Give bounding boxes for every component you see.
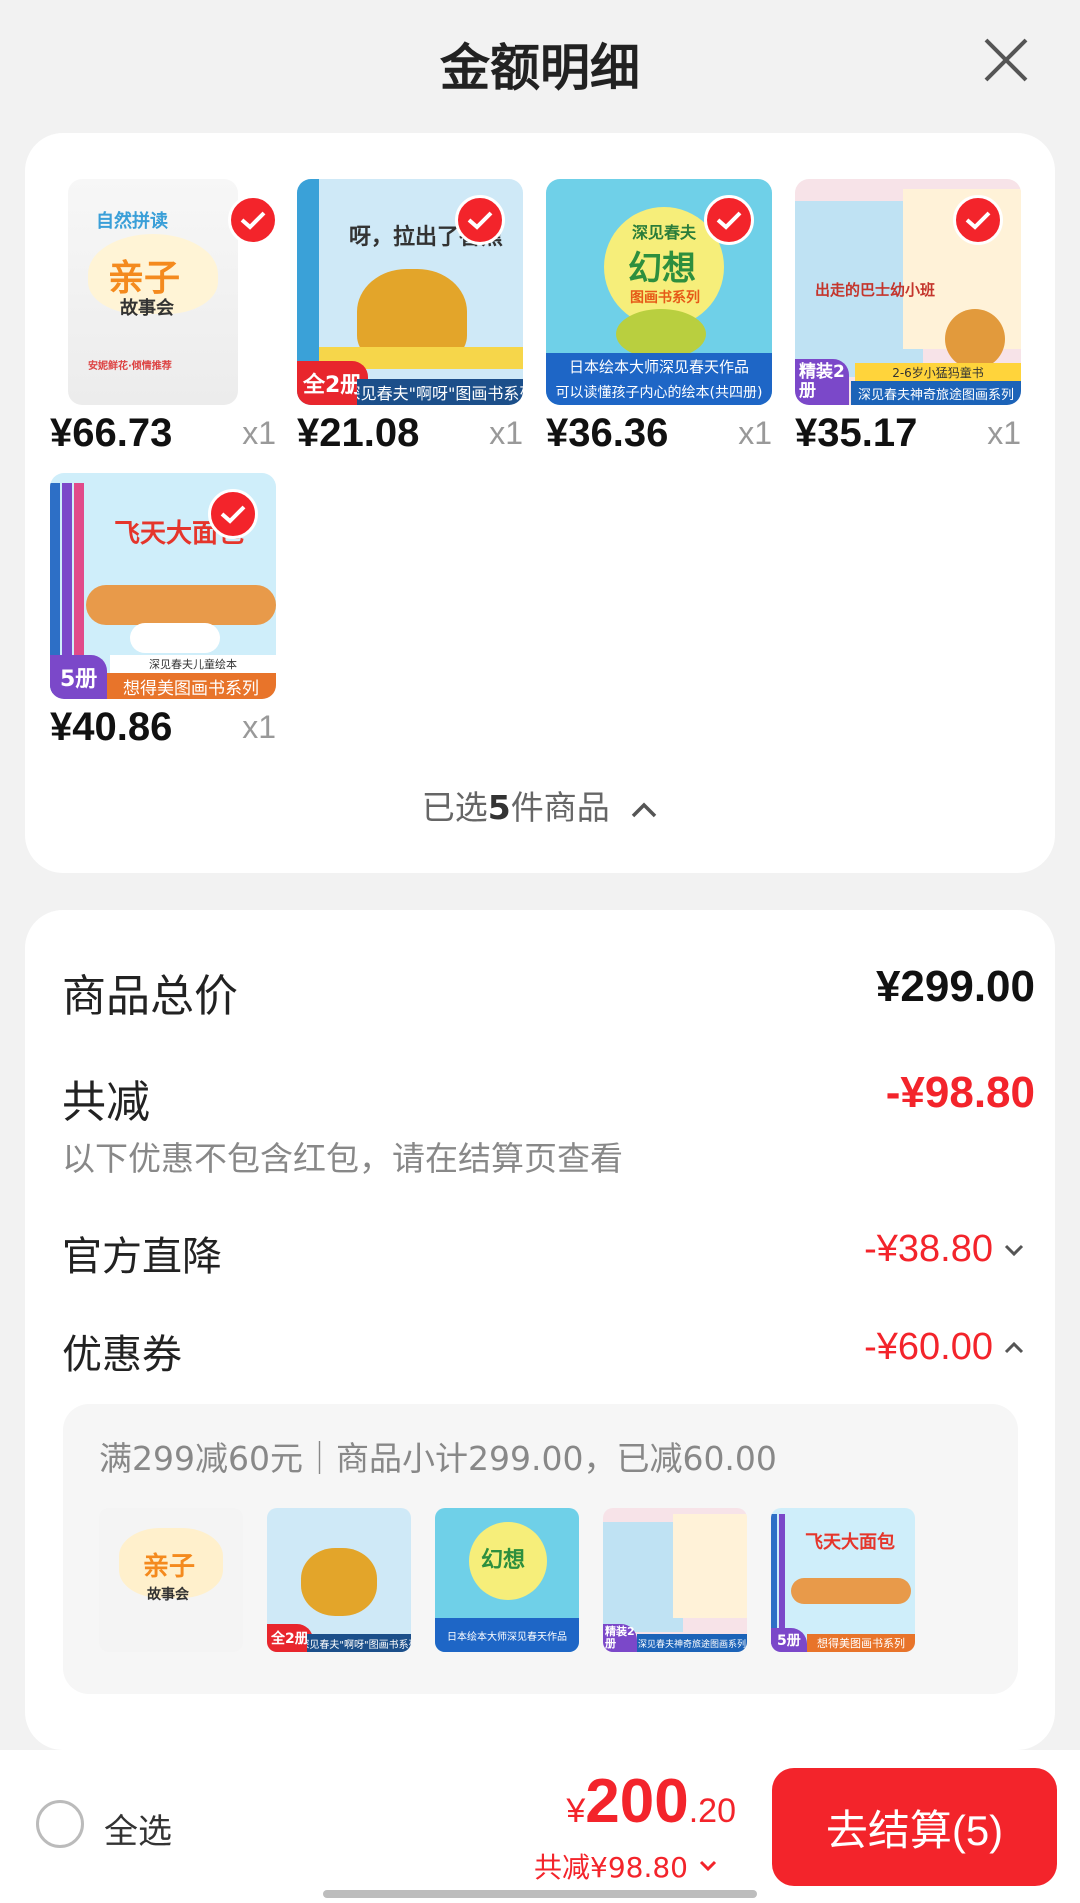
product-item[interactable]: 飞天大面包 深见春夫儿童绘本 想得美图画书系列 5册 ¥40.86 x1	[50, 473, 276, 753]
coupon-value: -¥60.00	[864, 1326, 993, 1368]
reduce-value: -¥98.80	[885, 1068, 1035, 1117]
discount-note: 以下优惠不包含红包，请在结算页查看	[62, 1139, 623, 1178]
official-discount-label: 官方直降	[62, 1234, 222, 1280]
product-item[interactable]: 出走的巴士幼小班 2-6岁小猛犸童书 深见春夫神奇旅途图画系列 精装2册 ¥35…	[795, 179, 1021, 459]
total-value: ¥299.00	[875, 962, 1035, 1011]
product-price: ¥36.36	[546, 411, 669, 455]
check-icon[interactable]	[208, 489, 258, 539]
coupon-product-thumb: 全2册 深见春夫"啊呀"图画书系列	[267, 1508, 411, 1652]
selected-count-toggle[interactable]: 已选5件商品	[25, 781, 1055, 829]
chevron-up-icon	[1004, 1341, 1024, 1353]
product-price: ¥40.86	[50, 705, 173, 749]
close-icon[interactable]	[978, 32, 1034, 88]
official-discount-value: -¥38.80	[864, 1228, 993, 1270]
product-price: ¥21.08	[297, 411, 420, 455]
product-card: 自然拼读 亲子 故事会 安妮鲜花·倾情推荐 ¥66.73 x1 呀，拉出了香蕉 …	[25, 133, 1055, 873]
checkout-bar: 全选 ¥200.20 共减¥98.80 去结算(5)	[0, 1750, 1080, 1903]
page-title: 金额明细	[440, 39, 640, 97]
check-icon[interactable]	[704, 195, 754, 245]
product-cover: 自然拼读 亲子 故事会 安妮鲜花·倾情推荐	[68, 179, 238, 405]
modal-header: 金额明细	[0, 0, 1080, 120]
coupon-toggle[interactable]: -¥60.00	[864, 1326, 1025, 1369]
check-icon[interactable]	[455, 195, 505, 245]
product-badge: 精装2册	[795, 359, 849, 405]
saved-amount-toggle[interactable]: 共减¥98.80	[534, 1846, 718, 1886]
total-label: 商品总价	[62, 971, 238, 1022]
check-icon[interactable]	[228, 195, 278, 245]
chevron-down-icon	[699, 1860, 717, 1872]
product-item[interactable]: 深见春夫 幻想 图画书系列 日本绘本大师深见春天作品 可以读懂孩子内心的绘本(共…	[546, 179, 772, 459]
product-qty: x1	[987, 415, 1021, 451]
product-qty: x1	[242, 709, 276, 745]
product-badge: 5册	[50, 655, 108, 699]
product-price: ¥35.17	[795, 411, 918, 455]
checkout-button[interactable]: 去结算(5)	[772, 1768, 1057, 1886]
coupon-product-thumb: 亲子 故事会	[99, 1508, 243, 1652]
product-item[interactable]: 呀，拉出了香蕉 全2册 深见春夫"啊呀"图画书系列 ¥21.08 x1	[297, 179, 523, 459]
check-icon[interactable]	[953, 195, 1003, 245]
coupon-product-thumb: 深见春夫神奇旅途图画系列 精装2册	[603, 1508, 747, 1652]
coupon-product-thumb: 飞天大面包 想得美图画书系列 5册	[771, 1508, 915, 1652]
product-price: ¥66.73	[50, 411, 173, 455]
selected-count: 5	[487, 788, 511, 827]
product-qty: x1	[489, 415, 523, 451]
price-summary-card: 商品总价 ¥299.00 共减 -¥98.80 以下优惠不包含红包，请在结算页查…	[25, 910, 1055, 1750]
coupon-detail-box: 满299减60元｜商品小计299.00，已减60.00 亲子 故事会 全2册 深…	[63, 1404, 1018, 1694]
chevron-down-icon	[1004, 1244, 1024, 1256]
product-qty: x1	[242, 415, 276, 451]
coupon-description: 满299减60元｜商品小计299.00，已减60.00	[99, 1439, 777, 1478]
select-all-label[interactable]: 全选	[104, 1804, 172, 1853]
total-price: ¥200.20	[566, 1767, 736, 1836]
coupon-label: 优惠券	[62, 1332, 182, 1378]
reduce-label: 共减	[62, 1077, 150, 1128]
coupon-product-thumb: 幻想 日本绘本大师深见春天作品	[435, 1508, 579, 1652]
product-qty: x1	[738, 415, 772, 451]
saved-amount: 共减¥98.80	[534, 1851, 688, 1884]
home-indicator	[323, 1890, 757, 1898]
product-item[interactable]: 自然拼读 亲子 故事会 安妮鲜花·倾情推荐 ¥66.73 x1	[50, 179, 278, 459]
chevron-up-icon	[631, 802, 657, 817]
official-discount-toggle[interactable]: -¥38.80	[864, 1228, 1025, 1271]
select-all-radio[interactable]	[36, 1800, 84, 1848]
